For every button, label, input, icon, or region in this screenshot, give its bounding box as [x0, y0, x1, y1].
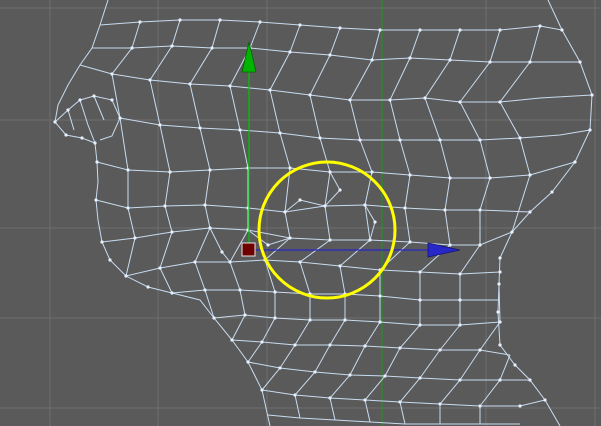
translate-arrow-y-icon[interactable]: [241, 41, 257, 73]
pivot-handle-icon[interactable]: [241, 242, 256, 257]
3d-viewport[interactable]: [0, 0, 601, 426]
mesh-vertices: [53, 18, 594, 408]
viewport-grid: [0, 0, 601, 426]
head-mesh-wireframe[interactable]: [54, 0, 593, 426]
brush-cursor-circle: [257, 160, 397, 300]
translate-gizmo[interactable]: [241, 41, 461, 258]
